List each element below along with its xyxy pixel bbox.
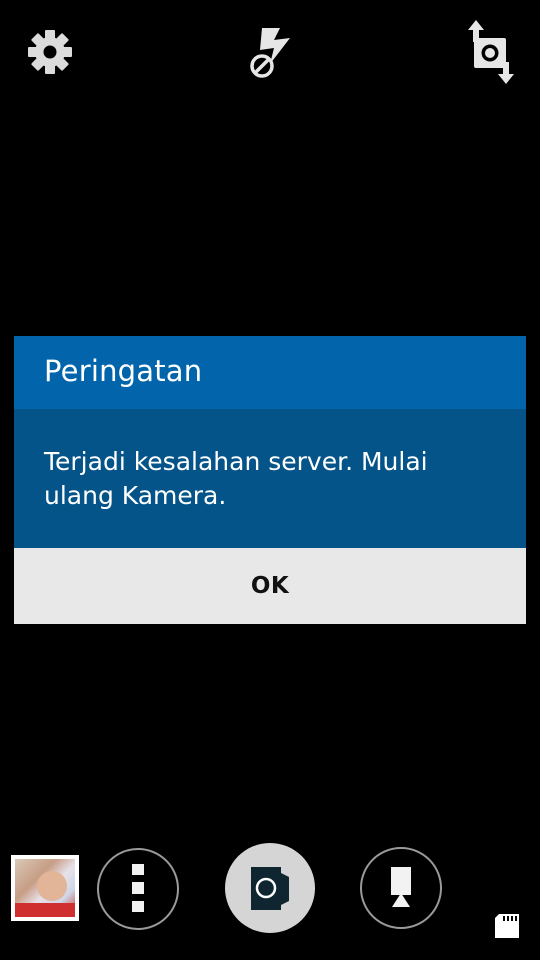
camera-icon xyxy=(251,867,289,910)
warning-dialog: Peringatan Terjadi kesalahan server. Mul… xyxy=(14,336,526,624)
dialog-body: Terjadi kesalahan server. Mulai ulang Ka… xyxy=(14,409,526,548)
more-options-icon xyxy=(132,864,144,912)
video-record-icon xyxy=(391,867,411,907)
dialog-title-bar: Peringatan xyxy=(14,336,526,409)
shutter-button[interactable] xyxy=(225,843,315,933)
thumbnail-image xyxy=(15,859,75,917)
switch-camera-icon[interactable] xyxy=(460,18,522,86)
more-options-button[interactable] xyxy=(97,848,179,930)
dialog-title: Peringatan xyxy=(44,354,203,388)
ok-button[interactable]: OK xyxy=(14,548,526,624)
gear-icon[interactable] xyxy=(22,24,78,80)
dialog-message: Terjadi kesalahan server. Mulai ulang Ka… xyxy=(44,447,428,510)
sd-card-icon xyxy=(495,914,519,938)
record-video-button[interactable] xyxy=(360,847,442,929)
ok-button-label: OK xyxy=(250,573,290,599)
flash-off-icon[interactable] xyxy=(240,24,300,84)
gallery-thumbnail[interactable] xyxy=(11,855,79,921)
